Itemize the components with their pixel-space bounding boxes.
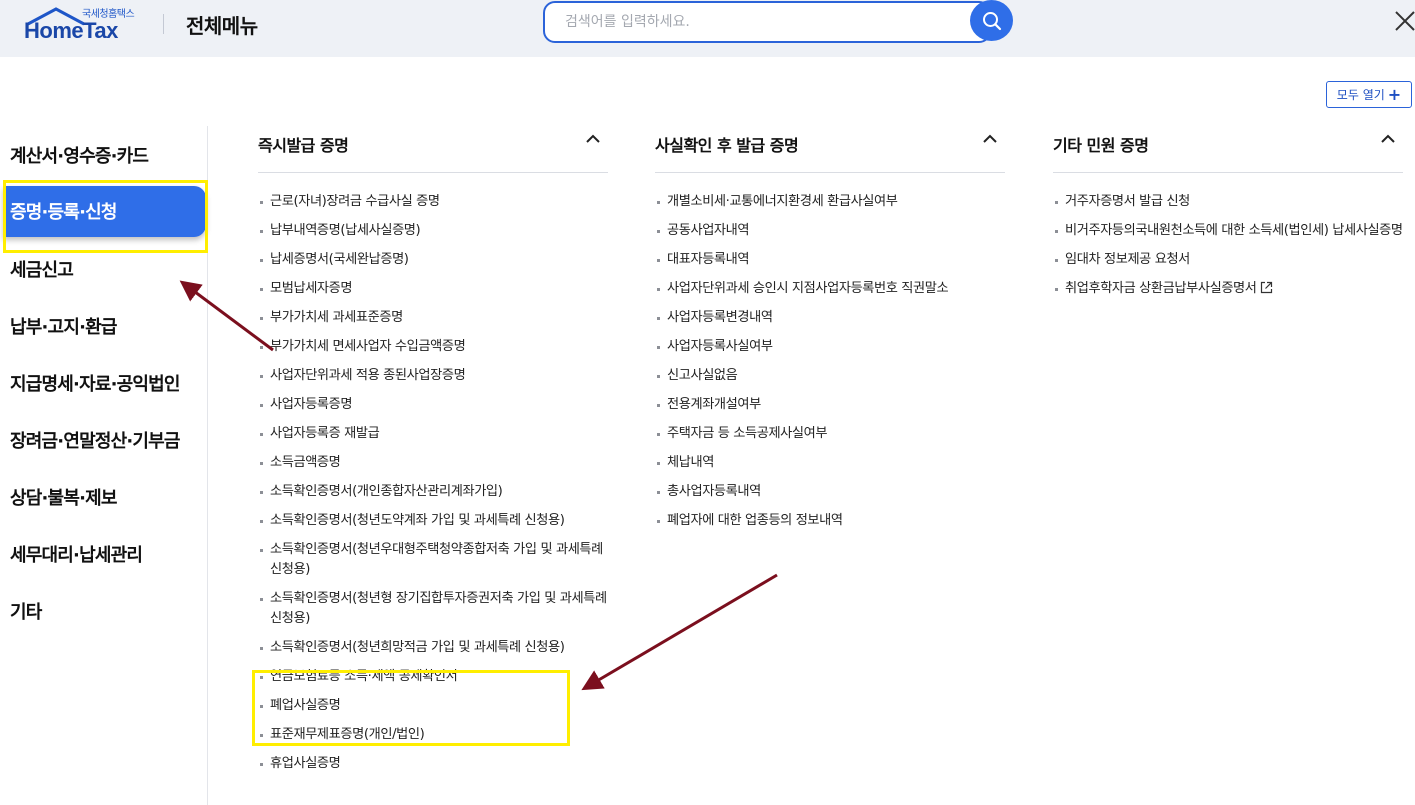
- list-item[interactable]: 소득확인증명서(청년희망적금 가입 및 과세특례 신청용): [258, 638, 608, 658]
- list-item[interactable]: 전용계좌개설여부: [655, 395, 1005, 415]
- list-item[interactable]: 사업자등록사실여부: [655, 337, 1005, 357]
- column-verify-issue: 사실확인 후 발급 증명 개별소비세·교통에너지환경세 환급사실여부 공동사업자…: [655, 126, 1005, 540]
- header-divider: [163, 14, 164, 34]
- menu-list: 거주자증명서 발급 신청 비거주자등의국내원천소득에 대한 소득세(법인세) 납…: [1053, 192, 1403, 299]
- list-item[interactable]: 소득금액증명: [258, 453, 608, 473]
- external-link-icon: [1260, 281, 1272, 294]
- column-title: 즉시발급 증명: [258, 136, 349, 155]
- list-item[interactable]: 신고사실없음: [655, 366, 1005, 386]
- list-item[interactable]: 사업자단위과세 적용 종된사업장증명: [258, 366, 608, 386]
- list-item[interactable]: 개별소비세·교통에너지환경세 환급사실여부: [655, 192, 1005, 212]
- list-item[interactable]: 체납내역: [655, 453, 1005, 473]
- list-item[interactable]: 근로(자녀)장려금 수급사실 증명: [258, 192, 608, 212]
- list-item[interactable]: 주택자금 등 소득공제사실여부: [655, 424, 1005, 444]
- chevron-up-icon[interactable]: [983, 134, 997, 144]
- list-item[interactable]: 대표자등록내역: [655, 250, 1005, 270]
- chevron-up-icon[interactable]: [586, 134, 600, 144]
- highlight-box: [252, 670, 570, 746]
- highlight-box: [3, 180, 208, 253]
- sidebar-item-payment[interactable]: 납부·고지·환급: [10, 313, 117, 339]
- list-item[interactable]: 소득확인증명서(청년형 장기집합투자증권저축 가입 및 과세특례 신청용): [258, 589, 608, 629]
- list-item[interactable]: 사업자등록변경내역: [655, 308, 1005, 328]
- sidebar-item-statements[interactable]: 지급명세·자료·공익법인: [10, 370, 180, 396]
- plus-icon: +: [1387, 84, 1402, 104]
- list-item[interactable]: 사업자단위과세 승인시 지점사업자등록번호 직권말소: [655, 279, 1005, 299]
- list-item[interactable]: 휴업사실증명: [258, 754, 608, 774]
- sidebar-item-invoice[interactable]: 계산서·영수증·카드: [10, 142, 149, 168]
- list-item-label: 취업후학자금 상환금납부사실증명서: [1065, 281, 1257, 296]
- list-item[interactable]: 부가가치세 과세표준증명: [258, 308, 608, 328]
- list-item[interactable]: 폐업자에 대한 업종등의 정보내역: [655, 511, 1005, 531]
- list-item[interactable]: 소득확인증명서(개인종합자산관리계좌가입): [258, 482, 608, 502]
- sidebar-item-consult[interactable]: 상담·불복·제보: [10, 484, 117, 510]
- list-item[interactable]: 임대차 정보제공 요청서: [1053, 250, 1403, 270]
- open-all-label: 모두 열기: [1336, 88, 1385, 102]
- list-item-external[interactable]: 취업후학자금 상환금납부사실증명서: [1053, 279, 1403, 299]
- close-icon[interactable]: [1394, 10, 1415, 32]
- menu-list: 개별소비세·교통에너지환경세 환급사실여부 공동사업자내역 대표자등록내역 사업…: [655, 192, 1005, 531]
- list-item[interactable]: 총사업자등록내역: [655, 482, 1005, 502]
- column-title: 기타 민원 증명: [1053, 136, 1149, 155]
- list-item[interactable]: 거주자증명서 발급 신청: [1053, 192, 1403, 212]
- list-item[interactable]: 소득확인증명서(청년도약계좌 가입 및 과세특례 신청용): [258, 511, 608, 531]
- column-title: 사실확인 후 발급 증명: [655, 136, 799, 155]
- arrow-to-items: [581, 573, 778, 691]
- search-button[interactable]: [970, 0, 1013, 41]
- open-all-button[interactable]: 모두 열기 +: [1326, 81, 1412, 108]
- column-header[interactable]: 사실확인 후 발급 증명: [655, 126, 1005, 173]
- column-header[interactable]: 기타 민원 증명: [1053, 126, 1403, 173]
- column-header[interactable]: 즉시발급 증명: [258, 126, 608, 173]
- sidebar-item-tax-filing[interactable]: 세금신고: [10, 256, 74, 282]
- list-item[interactable]: 소득확인증명서(청년우대형주택청약종합저축 가입 및 과세특례 신청용): [258, 540, 608, 580]
- logo-text: HomeTax: [24, 18, 118, 43]
- list-item[interactable]: 비거주자등의국내원천소득에 대한 소득세(법인세) 납세사실증명: [1053, 221, 1403, 241]
- list-item[interactable]: 공동사업자내역: [655, 221, 1005, 241]
- hometax-logo[interactable]: 국세청홈택스 HomeTax: [24, 4, 144, 44]
- sidebar-item-incentive[interactable]: 장려금·연말정산·기부금: [10, 427, 180, 453]
- chevron-up-icon[interactable]: [1381, 134, 1395, 144]
- sidebar-item-agent[interactable]: 세무대리·납세관리: [10, 541, 143, 567]
- column-other-certificate: 기타 민원 증명 거주자증명서 발급 신청 비거주자등의국내원천소득에 대한 소…: [1053, 126, 1403, 308]
- page-title: 전체메뉴: [186, 14, 258, 38]
- top-header: 국세청홈택스 HomeTax 전체메뉴: [0, 0, 1415, 57]
- sidebar-item-etc[interactable]: 기타: [10, 598, 42, 624]
- list-item[interactable]: 사업자등록증 재발급: [258, 424, 608, 444]
- list-item[interactable]: 부가가치세 면세사업자 수입금액증명: [258, 337, 608, 357]
- list-item[interactable]: 모범납세자증명: [258, 279, 608, 299]
- search-input[interactable]: [543, 1, 991, 43]
- list-item[interactable]: 납세증명서(국세완납증명): [258, 250, 608, 270]
- list-item[interactable]: 납부내역증명(납세사실증명): [258, 221, 608, 241]
- list-item[interactable]: 사업자등록증명: [258, 395, 608, 415]
- search-icon: [982, 11, 1001, 30]
